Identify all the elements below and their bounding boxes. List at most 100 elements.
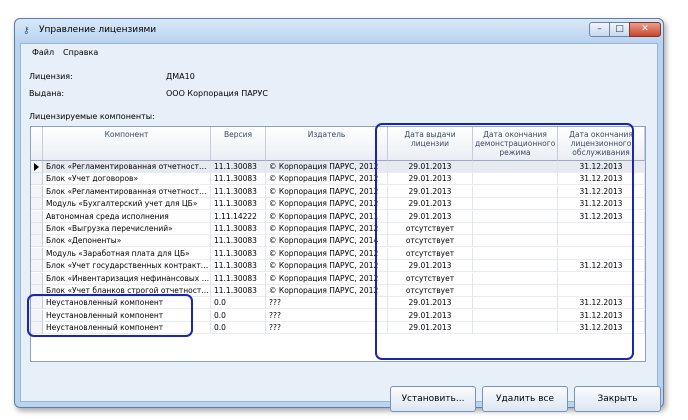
cell-demo-end[interactable] <box>473 297 558 310</box>
cell-version[interactable]: 0.0 <box>211 297 266 310</box>
cell-publisher[interactable]: © Корпорация ПАРУС, 2012 <box>266 260 388 273</box>
cell-service-end[interactable] <box>558 285 645 297</box>
cell-version[interactable]: 11.1.30083 <box>211 235 266 248</box>
menu-file[interactable]: Файл <box>32 48 54 57</box>
cell-publisher[interactable]: © Корпорация ПАРУС, 2012 <box>266 223 388 235</box>
cell-publisher[interactable]: © Корпорация ПАРУС, 2012 <box>266 272 388 285</box>
row-indicator[interactable] <box>31 161 43 173</box>
cell-publisher[interactable]: © Корпорация ПАРУС, 2011 <box>266 210 388 223</box>
close-button[interactable]: Закрыть <box>574 386 661 412</box>
column-header-issue-date[interactable]: Дата выдачи лицензии <box>388 127 473 161</box>
cell-service-end[interactable]: 31.12.2013 <box>558 161 645 173</box>
cell-version[interactable]: 11.1.30083 <box>211 161 266 173</box>
column-header-service-end[interactable]: Дата окончания лицензионного обслуживани… <box>558 127 645 161</box>
cell-version[interactable]: 11.1.30083 <box>211 198 266 211</box>
cell-issue-date[interactable]: 29.01.2013 <box>388 260 473 273</box>
cell-version[interactable]: 1.11.14222 <box>211 210 266 223</box>
cell-demo-end[interactable] <box>473 247 558 260</box>
cell-version[interactable]: 11.1.30083 <box>211 272 266 285</box>
cell-component[interactable]: Блок «Регламентированная отчетность … <box>43 161 211 173</box>
cell-publisher[interactable]: © Корпорация ПАРУС, 2014 <box>266 235 388 248</box>
cell-version[interactable]: 11.1.30083 <box>211 247 266 260</box>
cell-component[interactable]: Неустановленный компонент <box>43 322 211 335</box>
cell-component[interactable]: Блок «Выгрузка перечислений» <box>43 223 211 235</box>
cell-component[interactable]: Блок «Инвентаризация нефинансовых ак… <box>43 272 211 285</box>
cell-issue-date[interactable]: 29.01.2013 <box>388 309 473 322</box>
row-indicator[interactable] <box>31 198 43 211</box>
close-window-button[interactable]: ✕ <box>629 22 661 37</box>
column-header-publisher[interactable]: Издатель <box>266 127 388 161</box>
cell-demo-end[interactable] <box>473 260 558 273</box>
cell-version[interactable]: 0.0 <box>211 322 266 335</box>
cell-issue-date[interactable]: отсутствует <box>388 235 473 248</box>
column-header-demo-end[interactable]: Дата окончания демонстрационного режима <box>473 127 558 161</box>
row-indicator[interactable] <box>31 285 43 297</box>
maximize-button[interactable]: □ <box>609 22 630 37</box>
cell-issue-date[interactable]: 29.01.2013 <box>388 161 473 173</box>
row-indicator[interactable] <box>31 309 43 322</box>
cell-component[interactable]: Модуль «Бухгалтерский учет для ЦБ» <box>43 198 211 211</box>
cell-issue-date[interactable]: 29.01.2013 <box>388 173 473 186</box>
cell-demo-end[interactable] <box>473 272 558 285</box>
column-header-component[interactable]: Компонент <box>43 127 211 161</box>
delete-all-button[interactable]: Удалить все <box>482 386 568 412</box>
row-indicator[interactable] <box>31 297 43 310</box>
row-indicator[interactable] <box>31 260 43 273</box>
cell-publisher[interactable]: © Корпорация ПАРУС, 2012 <box>266 161 388 173</box>
cell-version[interactable]: 11.1.30083 <box>211 260 266 273</box>
cell-service-end[interactable]: 31.12.2013 <box>558 309 645 322</box>
cell-version[interactable]: 11.1.30083 <box>211 285 266 297</box>
cell-component[interactable]: Автономная среда исполнения <box>43 210 211 223</box>
cell-issue-date[interactable]: отсутствует <box>388 223 473 235</box>
cell-demo-end[interactable] <box>473 235 558 248</box>
cell-issue-date[interactable]: отсутствует <box>388 272 473 285</box>
cell-component[interactable]: Блок «Депоненты» <box>43 235 211 248</box>
cell-service-end[interactable] <box>558 272 645 285</box>
cell-version[interactable]: 11.1.30083 <box>211 173 266 186</box>
row-indicator[interactable] <box>31 185 43 198</box>
cell-issue-date[interactable]: 29.01.2013 <box>388 322 473 335</box>
cell-service-end[interactable] <box>558 235 645 248</box>
cell-component[interactable]: Блок «Учет бланков строгой отчетности» <box>43 285 211 297</box>
title-bar[interactable]: ⚷ Управление лицензиями – □ ✕ <box>15 19 663 43</box>
row-indicator[interactable] <box>31 173 43 186</box>
cell-publisher[interactable]: ??? <box>266 322 388 335</box>
cell-issue-date[interactable]: 29.01.2013 <box>388 210 473 223</box>
cell-service-end[interactable]: 31.12.2013 <box>558 260 645 273</box>
row-indicator[interactable] <box>31 210 43 223</box>
cell-version[interactable]: 0.0 <box>211 309 266 322</box>
cell-demo-end[interactable] <box>473 161 558 173</box>
cell-component[interactable]: Блок «Регламентированная отчетность … <box>43 185 211 198</box>
cell-service-end[interactable]: 31.12.2013 <box>558 198 645 211</box>
cell-publisher[interactable]: © Корпорация ПАРУС, 2012 <box>266 198 388 211</box>
cell-publisher[interactable]: ??? <box>266 297 388 310</box>
cell-issue-date[interactable]: отсутствует <box>388 247 473 260</box>
cell-demo-end[interactable] <box>473 322 558 335</box>
cell-service-end[interactable]: 31.12.2013 <box>558 297 645 310</box>
cell-publisher[interactable]: © Корпорация ПАРУС, 2012 <box>266 185 388 198</box>
cell-service-end[interactable]: 31.12.2013 <box>558 210 645 223</box>
cell-demo-end[interactable] <box>473 198 558 211</box>
cell-component[interactable]: Блок «Учет государственных контракто… <box>43 260 211 273</box>
cell-publisher[interactable]: © Корпорация ПАРУС, 2012 <box>266 285 388 297</box>
cell-service-end[interactable] <box>558 223 645 235</box>
cell-issue-date[interactable]: 29.01.2013 <box>388 185 473 198</box>
cell-publisher[interactable]: © Корпорация ПАРУС, 2012 <box>266 247 388 260</box>
cell-publisher[interactable]: ??? <box>266 309 388 322</box>
components-grid[interactable]: Компонент Версия Издатель Дата выдачи ли… <box>30 126 646 362</box>
cell-component[interactable]: Неустановленный компонент <box>43 309 211 322</box>
cell-component[interactable]: Модуль «Заработная плата для ЦБ» <box>43 247 211 260</box>
row-indicator[interactable] <box>31 247 43 260</box>
cell-service-end[interactable]: 31.12.2013 <box>558 185 645 198</box>
cell-service-end[interactable] <box>558 247 645 260</box>
cell-demo-end[interactable] <box>473 173 558 186</box>
cell-version[interactable]: 11.1.30083 <box>211 223 266 235</box>
cell-issue-date[interactable]: отсутствует <box>388 285 473 297</box>
row-indicator[interactable] <box>31 235 43 248</box>
install-button[interactable]: Установить... <box>390 386 476 412</box>
cell-demo-end[interactable] <box>473 309 558 322</box>
row-indicator[interactable] <box>31 322 43 335</box>
row-indicator[interactable] <box>31 272 43 285</box>
cell-service-end[interactable]: 31.12.2013 <box>558 173 645 186</box>
cell-version[interactable]: 11.1.30083 <box>211 185 266 198</box>
